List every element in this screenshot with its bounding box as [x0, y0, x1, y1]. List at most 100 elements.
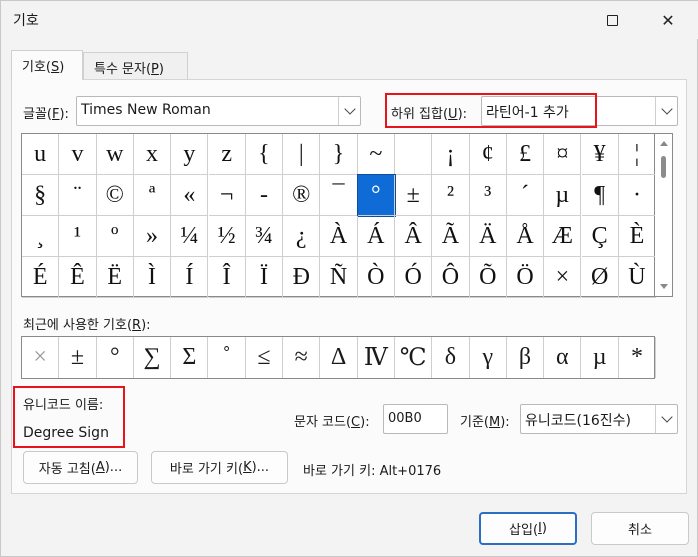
- shortcut-key-button[interactable]: 바로 가기 키(K)...: [151, 451, 288, 484]
- symbol-cell[interactable]: Ø: [581, 257, 619, 298]
- tab-special-characters[interactable]: 특수 문자(P): [83, 52, 188, 79]
- scroll-down-icon[interactable]: [660, 284, 668, 289]
- symbol-cell[interactable]: §: [22, 175, 60, 216]
- symbol-cell[interactable]: ¿: [283, 216, 321, 257]
- symbol-cell[interactable]: z: [208, 134, 246, 175]
- close-button[interactable]: ✕: [645, 1, 691, 39]
- recent-symbol-cell[interactable]: °: [97, 337, 134, 378]
- cancel-button[interactable]: 취소: [591, 512, 689, 545]
- symbol-cell[interactable]: x: [133, 134, 172, 175]
- symbol-cell[interactable]: º: [96, 216, 134, 257]
- symbol-cell[interactable]: Å: [506, 216, 545, 257]
- from-dropdown[interactable]: 유니코드(16진수): [520, 404, 678, 434]
- symbol-cell[interactable]: }: [320, 134, 358, 175]
- recent-symbol-cell[interactable]: δ: [432, 337, 470, 378]
- autocorrect-button[interactable]: 자동 고침(A)...: [23, 451, 138, 484]
- recent-symbols-row[interactable]: × ± ° ∑ Σ ˚ ≤ ≈ Δ Ⅳ ℃ δ γ β α µ *: [21, 336, 657, 379]
- recent-symbol-cell[interactable]: Δ: [320, 337, 358, 378]
- symbol-cell[interactable]: Õ: [469, 257, 507, 298]
- recent-symbol-cell[interactable]: ±: [59, 337, 97, 378]
- symbol-cell[interactable]: ¨: [59, 175, 97, 216]
- recent-symbol-cell[interactable]: α: [544, 337, 582, 378]
- symbol-cell[interactable]: ~: [357, 134, 395, 175]
- symbol-cell[interactable]: Â: [395, 216, 433, 257]
- recent-symbol-cell[interactable]: ˚: [209, 337, 246, 378]
- symbol-cell[interactable]: Ã: [432, 216, 470, 257]
- symbol-cell[interactable]: y: [171, 134, 209, 175]
- symbol-cell[interactable]: v: [59, 134, 97, 175]
- chevron-down-icon[interactable]: [655, 97, 677, 125]
- symbol-cell[interactable]: ·: [618, 175, 657, 216]
- symbol-cell[interactable]: µ: [544, 175, 582, 216]
- chevron-down-icon[interactable]: [655, 405, 677, 433]
- symbol-cell[interactable]: ¶: [581, 175, 619, 216]
- symbol-cell[interactable]: {: [245, 134, 284, 175]
- symbol-cell[interactable]: ®: [283, 175, 321, 216]
- symbol-cell[interactable]: È: [618, 216, 657, 257]
- symbol-cell[interactable]: Ë: [96, 257, 134, 298]
- symbol-cell[interactable]: ¦: [618, 134, 657, 175]
- symbol-cell-selected[interactable]: °: [356, 174, 396, 217]
- symbol-cell[interactable]: ²: [432, 175, 470, 216]
- symbol-cell[interactable]: ¤: [544, 134, 582, 175]
- symbol-cell[interactable]: Ê: [59, 257, 97, 298]
- symbol-cell[interactable]: -: [245, 175, 284, 216]
- symbol-cell[interactable]: w: [96, 134, 134, 175]
- symbol-cell[interactable]: ¼: [171, 216, 209, 257]
- recent-symbol-cell[interactable]: Ⅳ: [358, 337, 395, 378]
- symbol-cell[interactable]: Ñ: [320, 257, 358, 298]
- symbol-grid-scrollbar[interactable]: [655, 133, 673, 297]
- recent-symbol-cell[interactable]: Σ: [171, 337, 209, 378]
- recent-symbol-cell[interactable]: ≤: [246, 337, 284, 378]
- symbol-cell[interactable]: ×: [544, 257, 582, 298]
- recent-symbol-cell[interactable]: ℃: [395, 337, 433, 378]
- symbol-cell[interactable]: Ì: [133, 257, 172, 298]
- symbol-cell[interactable]: ¯: [320, 175, 358, 216]
- symbol-cell[interactable]: Ù: [618, 257, 657, 298]
- symbol-cell[interactable]: ©: [96, 175, 134, 216]
- font-dropdown[interactable]: Times New Roman: [76, 96, 361, 126]
- maximize-button[interactable]: [589, 1, 635, 39]
- char-code-input[interactable]: 00B0: [383, 404, 448, 434]
- symbol-cell[interactable]: ±: [395, 175, 433, 216]
- symbol-cell[interactable]: ¥: [581, 134, 619, 175]
- symbol-cell[interactable]: ¡: [432, 134, 470, 175]
- symbol-cell[interactable]: Í: [171, 257, 209, 298]
- symbol-cell[interactable]: À: [320, 216, 358, 257]
- tab-symbols[interactable]: 기호(S): [11, 50, 83, 80]
- symbol-cell[interactable]: [395, 134, 433, 175]
- symbol-cell[interactable]: É: [22, 257, 60, 298]
- symbol-cell[interactable]: »: [133, 216, 172, 257]
- symbol-cell[interactable]: Ó: [395, 257, 433, 298]
- symbol-cell[interactable]: «: [171, 175, 209, 216]
- symbol-cell[interactable]: Ä: [469, 216, 507, 257]
- symbol-grid[interactable]: u v w x y z{|} ~ ¡ ¢ £ ¤ ¥ ¦ § ¨ © ª «¬ - ® ¯ ° ± ² ³ ´ µ ¶ · ¸ ¹ º» ¼ ½ ¾…: [21, 133, 657, 298]
- symbol-cell[interactable]: ¬: [208, 175, 246, 216]
- recent-symbol-cell[interactable]: *: [619, 337, 657, 378]
- symbol-cell[interactable]: ¸: [22, 216, 60, 257]
- recent-symbol-cell[interactable]: ≈: [283, 337, 321, 378]
- symbol-cell[interactable]: £: [506, 134, 545, 175]
- symbol-cell[interactable]: ¹: [59, 216, 97, 257]
- recent-symbol-cell[interactable]: µ: [582, 337, 619, 378]
- symbol-cell[interactable]: ¾: [245, 216, 284, 257]
- symbol-cell[interactable]: Ö: [506, 257, 545, 298]
- symbol-cell[interactable]: Ð: [283, 257, 321, 298]
- symbol-cell[interactable]: ª: [133, 175, 172, 216]
- symbol-cell[interactable]: Ô: [432, 257, 470, 298]
- symbol-cell[interactable]: Î: [208, 257, 246, 298]
- symbol-cell[interactable]: Ï: [245, 257, 284, 298]
- recent-symbol-cell[interactable]: β: [507, 337, 545, 378]
- symbol-cell[interactable]: Æ: [544, 216, 582, 257]
- symbol-cell[interactable]: Á: [357, 216, 395, 257]
- recent-symbol-cell[interactable]: ×: [22, 337, 60, 378]
- symbol-cell[interactable]: ½: [208, 216, 246, 257]
- symbol-cell[interactable]: |: [283, 134, 321, 175]
- symbol-cell[interactable]: Ò: [357, 257, 395, 298]
- symbol-cell[interactable]: Ç: [581, 216, 619, 257]
- symbol-cell[interactable]: u: [22, 134, 60, 175]
- recent-symbol-cell[interactable]: ∑: [134, 337, 172, 378]
- symbol-cell[interactable]: ´: [506, 175, 545, 216]
- scrollbar-thumb[interactable]: [661, 156, 666, 178]
- chevron-down-icon[interactable]: [338, 97, 360, 125]
